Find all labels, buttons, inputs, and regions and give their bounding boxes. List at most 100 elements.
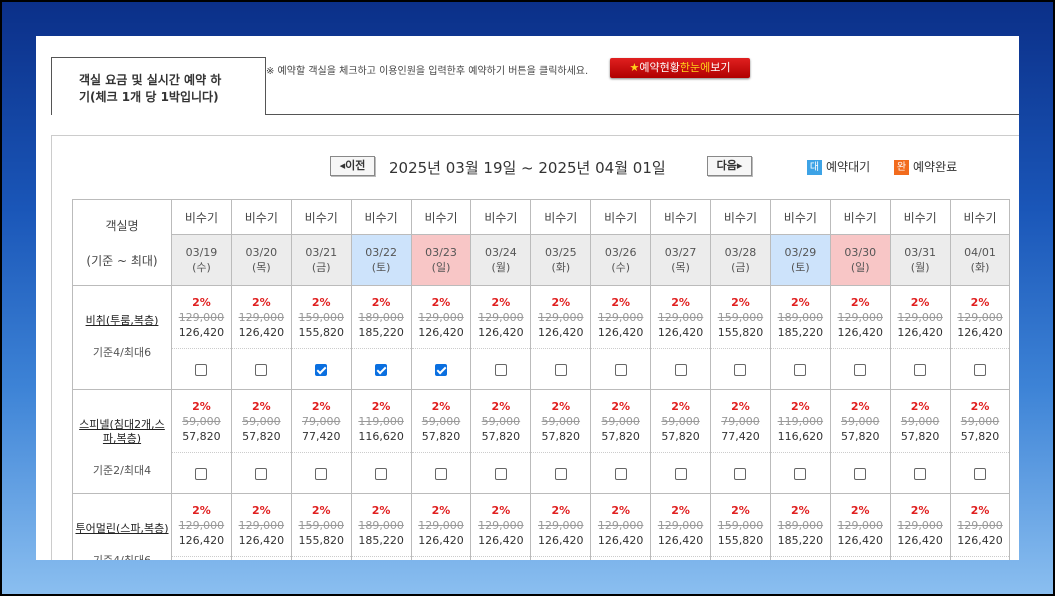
status-button-part1: 예약현황 xyxy=(639,61,680,74)
checkbox-cell xyxy=(889,452,951,494)
original-price: 79,000 xyxy=(721,414,760,428)
discount-rate: 2% xyxy=(671,399,690,413)
date-checkbox[interactable] xyxy=(554,467,567,480)
discount-rate: 2% xyxy=(970,399,990,413)
original-price: 59,000 xyxy=(421,414,461,428)
price-cell: 2% 129,000 126,420 xyxy=(590,493,652,557)
price-cell: 2% 59,000 57,820 xyxy=(530,389,592,453)
checkbox-cell xyxy=(590,556,652,560)
date-checkbox[interactable] xyxy=(974,467,987,480)
room-checkbox-row xyxy=(73,452,1011,494)
star-icon: ★ xyxy=(629,61,640,74)
reservation-status-button[interactable]: ★예약현황한눈에보기 xyxy=(610,58,750,78)
date-checkbox[interactable] xyxy=(195,363,208,376)
checkbox-cell xyxy=(710,452,771,494)
next-button[interactable]: 다음▸ xyxy=(707,156,752,176)
date-checkbox[interactable] xyxy=(734,467,747,480)
date-checkbox[interactable] xyxy=(435,467,447,480)
room-capacity: 기준2/최대4 xyxy=(92,464,152,477)
season-cell: 비수기 xyxy=(470,199,532,235)
room-price-row: 스피넬(침대2개,스파,복층) 기준2/최대4 2% 59,000 57,820 2% 59… xyxy=(72,389,1011,494)
discount-rate: 2% xyxy=(192,295,211,309)
price-cell: 2% 159,000 155,820 xyxy=(290,493,352,557)
date-checkbox[interactable] xyxy=(554,363,567,376)
date-checkbox[interactable] xyxy=(315,363,328,376)
sale-price: 57,820 xyxy=(601,429,640,443)
weekday-label: (금) xyxy=(311,261,331,274)
checkbox-cell xyxy=(530,348,592,390)
price-cell: 2% 129,000 126,420 xyxy=(410,285,472,349)
room-name-link[interactable]: 스피넬(침대2개,스파,복층) xyxy=(73,418,171,446)
price-cell: 2% 159,000 155,820 xyxy=(710,285,771,349)
discount-rate: 2% xyxy=(731,503,750,517)
prev-button[interactable]: ◂이전 xyxy=(330,156,375,176)
checkbox-cell xyxy=(410,452,472,494)
date-checkbox[interactable] xyxy=(974,363,987,376)
date-label: 03/26 xyxy=(604,246,637,259)
season-cell: 비수기 xyxy=(171,199,232,235)
date-checkbox[interactable] xyxy=(794,467,807,480)
date-checkbox[interactable] xyxy=(734,363,747,376)
date-label: 03/22 xyxy=(365,246,397,259)
original-price: 119,000 xyxy=(358,414,404,428)
price-cell: 2% 129,000 126,420 xyxy=(470,285,532,349)
date-checkbox[interactable] xyxy=(435,363,447,376)
date-checkbox[interactable] xyxy=(794,363,807,376)
discount-rate: 2% xyxy=(491,503,511,517)
price-cell: 2% 59,000 57,820 xyxy=(470,389,532,453)
date-checkbox[interactable] xyxy=(255,467,268,480)
date-checkbox[interactable] xyxy=(914,363,927,376)
date-checkbox[interactable] xyxy=(914,467,927,480)
room-name-cell: 스피넬(침대2개,스파,복층) 기준2/최대4 xyxy=(72,389,172,494)
date-checkbox[interactable] xyxy=(315,467,328,480)
sale-price: 126,420 xyxy=(478,533,524,547)
date-checkbox[interactable] xyxy=(854,467,867,480)
frame-top xyxy=(0,0,1055,2)
sale-price: 126,420 xyxy=(538,533,584,547)
discount-rate: 2% xyxy=(850,399,870,413)
checkbox-cell xyxy=(171,452,232,494)
sale-price: 126,420 xyxy=(837,325,883,339)
price-cell: 2% 129,000 126,420 xyxy=(230,493,292,557)
legend-waiting-label: 예약대기 xyxy=(826,160,871,174)
weekday-label: (화) xyxy=(970,261,990,274)
date-checkbox[interactable] xyxy=(854,363,867,376)
room-name-link[interactable]: 비취(투룸,복층) xyxy=(73,314,171,328)
price-cell: 2% 59,000 57,820 xyxy=(410,389,472,453)
date-checkbox[interactable] xyxy=(614,363,627,376)
date-checkbox[interactable] xyxy=(614,467,627,480)
sale-price: 155,820 xyxy=(298,325,344,339)
original-price: 129,000 xyxy=(478,518,524,532)
discount-rate: 2% xyxy=(731,399,750,413)
date-checkbox[interactable] xyxy=(375,363,388,376)
original-price: 129,000 xyxy=(897,310,943,324)
season-cell: 비수기 xyxy=(829,199,891,235)
weekday-label: (토) xyxy=(791,261,810,274)
date-cell: 03/20 (목) xyxy=(230,234,292,286)
reservation-tab[interactable]: 객실 요금 및 실시간 예약 하 기(체크 1개 당 1박입니다) xyxy=(51,57,266,115)
discount-rate: 2% xyxy=(491,295,511,309)
date-cell: 03/26 (수) xyxy=(590,234,652,286)
date-label: 03/23 xyxy=(425,246,457,259)
discount-rate: 2% xyxy=(431,399,451,413)
date-checkbox[interactable] xyxy=(375,467,388,480)
discount-rate: 2% xyxy=(192,503,211,517)
date-checkbox[interactable] xyxy=(494,467,507,480)
original-price: 79,000 xyxy=(301,414,341,428)
room-name-link[interactable]: 투어멀린(스파,복층) xyxy=(73,522,171,536)
date-checkbox[interactable] xyxy=(195,467,208,480)
date-checkbox[interactable] xyxy=(255,363,268,376)
discount-rate: 2% xyxy=(371,295,391,309)
season-cell: 비수기 xyxy=(350,199,412,235)
date-checkbox[interactable] xyxy=(674,363,687,376)
checkbox-cell xyxy=(230,348,292,390)
price-cell: 2% 119,000 116,620 xyxy=(769,389,831,453)
original-price: 59,000 xyxy=(242,414,281,428)
original-price: 129,000 xyxy=(178,310,225,324)
sale-price: 126,420 xyxy=(897,533,943,547)
original-price: 129,000 xyxy=(597,310,644,324)
sale-price: 116,620 xyxy=(358,429,404,443)
date-checkbox[interactable] xyxy=(494,363,507,376)
price-cell: 2% 129,000 126,420 xyxy=(889,493,951,557)
date-checkbox[interactable] xyxy=(674,467,687,480)
